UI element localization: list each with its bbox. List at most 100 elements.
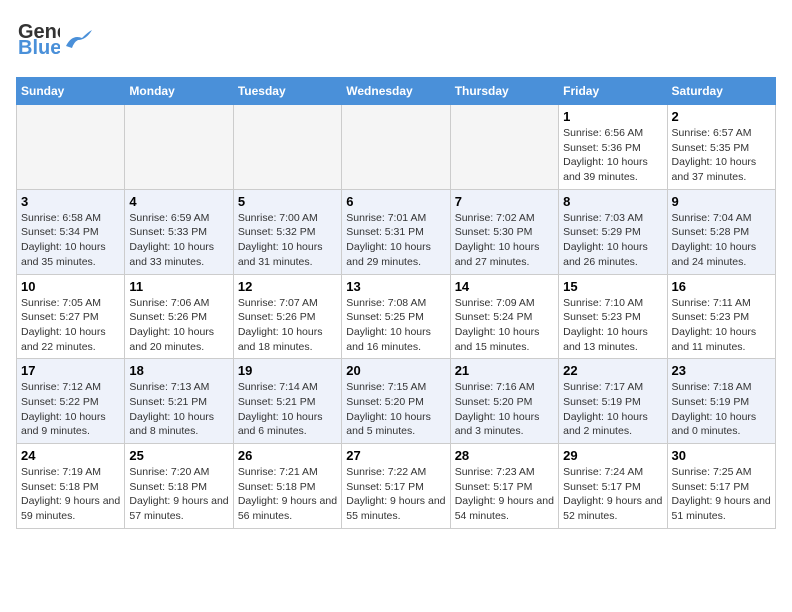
day-number: 11 <box>129 279 228 294</box>
calendar-cell: 1Sunrise: 6:56 AMSunset: 5:36 PMDaylight… <box>559 105 667 190</box>
day-number: 29 <box>563 448 662 463</box>
day-info: Sunrise: 7:13 AMSunset: 5:21 PMDaylight:… <box>129 380 228 439</box>
day-info: Sunrise: 7:12 AMSunset: 5:22 PMDaylight:… <box>21 380 120 439</box>
day-number: 12 <box>238 279 337 294</box>
calendar-cell <box>342 105 450 190</box>
day-info: Sunrise: 7:22 AMSunset: 5:17 PMDaylight:… <box>346 465 445 524</box>
day-info: Sunrise: 7:10 AMSunset: 5:23 PMDaylight:… <box>563 296 662 355</box>
calendar-week-row: 17 Sunrise: 7:12 AMSunset: 5:22 PMDayligh… <box>17 359 776 444</box>
day-number: 10 <box>21 279 120 294</box>
calendar-cell: 10 Sunrise: 7:05 AMSunset: 5:27 PMDayligh… <box>17 274 125 359</box>
calendar-week-row: 1Sunrise: 6:56 AMSunset: 5:36 PMDaylight… <box>17 105 776 190</box>
day-info: Sunrise: 7:03 AMSunset: 5:29 PMDaylight:… <box>563 211 662 270</box>
weekday-header-thursday: Thursday <box>450 78 558 105</box>
day-number: 22 <box>563 363 662 378</box>
day-number: 30 <box>672 448 771 463</box>
day-number: 4 <box>129 194 228 209</box>
day-info: Sunrise: 7:21 AMSunset: 5:18 PMDaylight:… <box>238 465 337 524</box>
calendar-cell: 17 Sunrise: 7:12 AMSunset: 5:22 PMDayligh… <box>17 359 125 444</box>
weekday-header-saturday: Saturday <box>667 78 775 105</box>
day-info: Sunrise: 7:00 AMSunset: 5:32 PMDaylight:… <box>238 211 337 270</box>
day-info: Sunrise: 7:01 AMSunset: 5:31 PMDaylight:… <box>346 211 445 270</box>
calendar-week-row: 10 Sunrise: 7:05 AMSunset: 5:27 PMDayligh… <box>17 274 776 359</box>
calendar-cell: 22 Sunrise: 7:17 AMSunset: 5:19 PMDayligh… <box>559 359 667 444</box>
day-number: 28 <box>455 448 554 463</box>
day-number: 17 <box>21 363 120 378</box>
day-number: 7 <box>455 194 554 209</box>
calendar-cell: 8 Sunrise: 7:03 AMSunset: 5:29 PMDaylight… <box>559 189 667 274</box>
calendar-cell: 29 Sunrise: 7:24 AMSunset: 5:17 PMDayligh… <box>559 444 667 529</box>
day-info: Sunrise: 7:24 AMSunset: 5:17 PMDaylight:… <box>563 465 662 524</box>
logo: General Blue <box>16 16 94 65</box>
calendar-cell: 11 Sunrise: 7:06 AMSunset: 5:26 PMDayligh… <box>125 274 233 359</box>
calendar-cell: 30Sunrise: 7:25 AMSunset: 5:17 PMDayligh… <box>667 444 775 529</box>
day-info: Sunrise: 7:15 AMSunset: 5:20 PMDaylight:… <box>346 380 445 439</box>
logo-bird-icon <box>64 26 94 56</box>
calendar-cell: 15Sunrise: 7:10 AMSunset: 5:23 PMDayligh… <box>559 274 667 359</box>
calendar-cell: 16Sunrise: 7:11 AMSunset: 5:23 PMDayligh… <box>667 274 775 359</box>
day-info: Sunrise: 6:59 AMSunset: 5:33 PMDaylight:… <box>129 211 228 270</box>
weekday-header-wednesday: Wednesday <box>342 78 450 105</box>
day-info: Sunrise: 7:06 AMSunset: 5:26 PMDaylight:… <box>129 296 228 355</box>
calendar-week-row: 24Sunrise: 7:19 AMSunset: 5:18 PMDayligh… <box>17 444 776 529</box>
weekday-header-monday: Monday <box>125 78 233 105</box>
day-number: 9 <box>672 194 771 209</box>
header: General Blue <box>16 16 776 65</box>
calendar-cell: 6Sunrise: 7:01 AMSunset: 5:31 PMDaylight… <box>342 189 450 274</box>
day-number: 8 <box>563 194 662 209</box>
calendar-cell: 26 Sunrise: 7:21 AMSunset: 5:18 PMDayligh… <box>233 444 341 529</box>
page-container: General Blue SundayMondayTuesdayWedne <box>0 0 792 537</box>
calendar-cell: 21Sunrise: 7:16 AMSunset: 5:20 PMDayligh… <box>450 359 558 444</box>
day-number: 27 <box>346 448 445 463</box>
logo-icon: General Blue <box>16 16 60 60</box>
calendar-cell: 3 Sunrise: 6:58 AMSunset: 5:34 PMDaylight… <box>17 189 125 274</box>
day-number: 26 <box>238 448 337 463</box>
weekday-header-sunday: Sunday <box>17 78 125 105</box>
calendar-cell: 2 Sunrise: 6:57 AMSunset: 5:35 PMDaylight… <box>667 105 775 190</box>
day-info: Sunrise: 7:14 AMSunset: 5:21 PMDaylight:… <box>238 380 337 439</box>
day-number: 18 <box>129 363 228 378</box>
calendar-cell <box>233 105 341 190</box>
day-info: Sunrise: 7:02 AMSunset: 5:30 PMDaylight:… <box>455 211 554 270</box>
calendar-week-row: 3 Sunrise: 6:58 AMSunset: 5:34 PMDaylight… <box>17 189 776 274</box>
day-number: 16 <box>672 279 771 294</box>
day-number: 25 <box>129 448 228 463</box>
calendar-cell <box>450 105 558 190</box>
day-number: 1 <box>563 109 662 124</box>
day-number: 13 <box>346 279 445 294</box>
calendar-cell: 12 Sunrise: 7:07 AMSunset: 5:26 PMDayligh… <box>233 274 341 359</box>
day-info: Sunrise: 7:09 AMSunset: 5:24 PMDaylight:… <box>455 296 554 355</box>
day-number: 19 <box>238 363 337 378</box>
calendar-cell: 18 Sunrise: 7:13 AMSunset: 5:21 PMDayligh… <box>125 359 233 444</box>
calendar-cell: 4 Sunrise: 6:59 AMSunset: 5:33 PMDaylight… <box>125 189 233 274</box>
day-info: Sunrise: 7:08 AMSunset: 5:25 PMDaylight:… <box>346 296 445 355</box>
day-info: Sunrise: 6:57 AMSunset: 5:35 PMDaylight:… <box>672 126 771 185</box>
day-info: Sunrise: 7:05 AMSunset: 5:27 PMDaylight:… <box>21 296 120 355</box>
day-number: 21 <box>455 363 554 378</box>
day-info: Sunrise: 7:20 AMSunset: 5:18 PMDaylight:… <box>129 465 228 524</box>
day-info: Sunrise: 7:17 AMSunset: 5:19 PMDaylight:… <box>563 380 662 439</box>
day-info: Sunrise: 7:07 AMSunset: 5:26 PMDaylight:… <box>238 296 337 355</box>
weekday-header-tuesday: Tuesday <box>233 78 341 105</box>
weekday-header-friday: Friday <box>559 78 667 105</box>
calendar-cell: 28 Sunrise: 7:23 AMSunset: 5:17 PMDayligh… <box>450 444 558 529</box>
day-info: Sunrise: 7:23 AMSunset: 5:17 PMDaylight:… <box>455 465 554 524</box>
day-number: 5 <box>238 194 337 209</box>
calendar-header-row: SundayMondayTuesdayWednesdayThursdayFrid… <box>17 78 776 105</box>
calendar-cell: 13 Sunrise: 7:08 AMSunset: 5:25 PMDayligh… <box>342 274 450 359</box>
day-number: 14 <box>455 279 554 294</box>
calendar-cell: 9Sunrise: 7:04 AMSunset: 5:28 PMDaylight… <box>667 189 775 274</box>
calendar-cell: 27 Sunrise: 7:22 AMSunset: 5:17 PMDayligh… <box>342 444 450 529</box>
calendar-cell: 25 Sunrise: 7:20 AMSunset: 5:18 PMDayligh… <box>125 444 233 529</box>
day-info: Sunrise: 7:19 AMSunset: 5:18 PMDaylight:… <box>21 465 120 524</box>
day-number: 3 <box>21 194 120 209</box>
calendar-cell: 5 Sunrise: 7:00 AMSunset: 5:32 PMDaylight… <box>233 189 341 274</box>
calendar-cell: 14 Sunrise: 7:09 AMSunset: 5:24 PMDayligh… <box>450 274 558 359</box>
day-number: 20 <box>346 363 445 378</box>
calendar-cell: 19 Sunrise: 7:14 AMSunset: 5:21 PMDayligh… <box>233 359 341 444</box>
calendar-cell: 7 Sunrise: 7:02 AMSunset: 5:30 PMDaylight… <box>450 189 558 274</box>
calendar-cell: 20 Sunrise: 7:15 AMSunset: 5:20 PMDayligh… <box>342 359 450 444</box>
day-number: 2 <box>672 109 771 124</box>
day-info: Sunrise: 6:58 AMSunset: 5:34 PMDaylight:… <box>21 211 120 270</box>
day-number: 23 <box>672 363 771 378</box>
